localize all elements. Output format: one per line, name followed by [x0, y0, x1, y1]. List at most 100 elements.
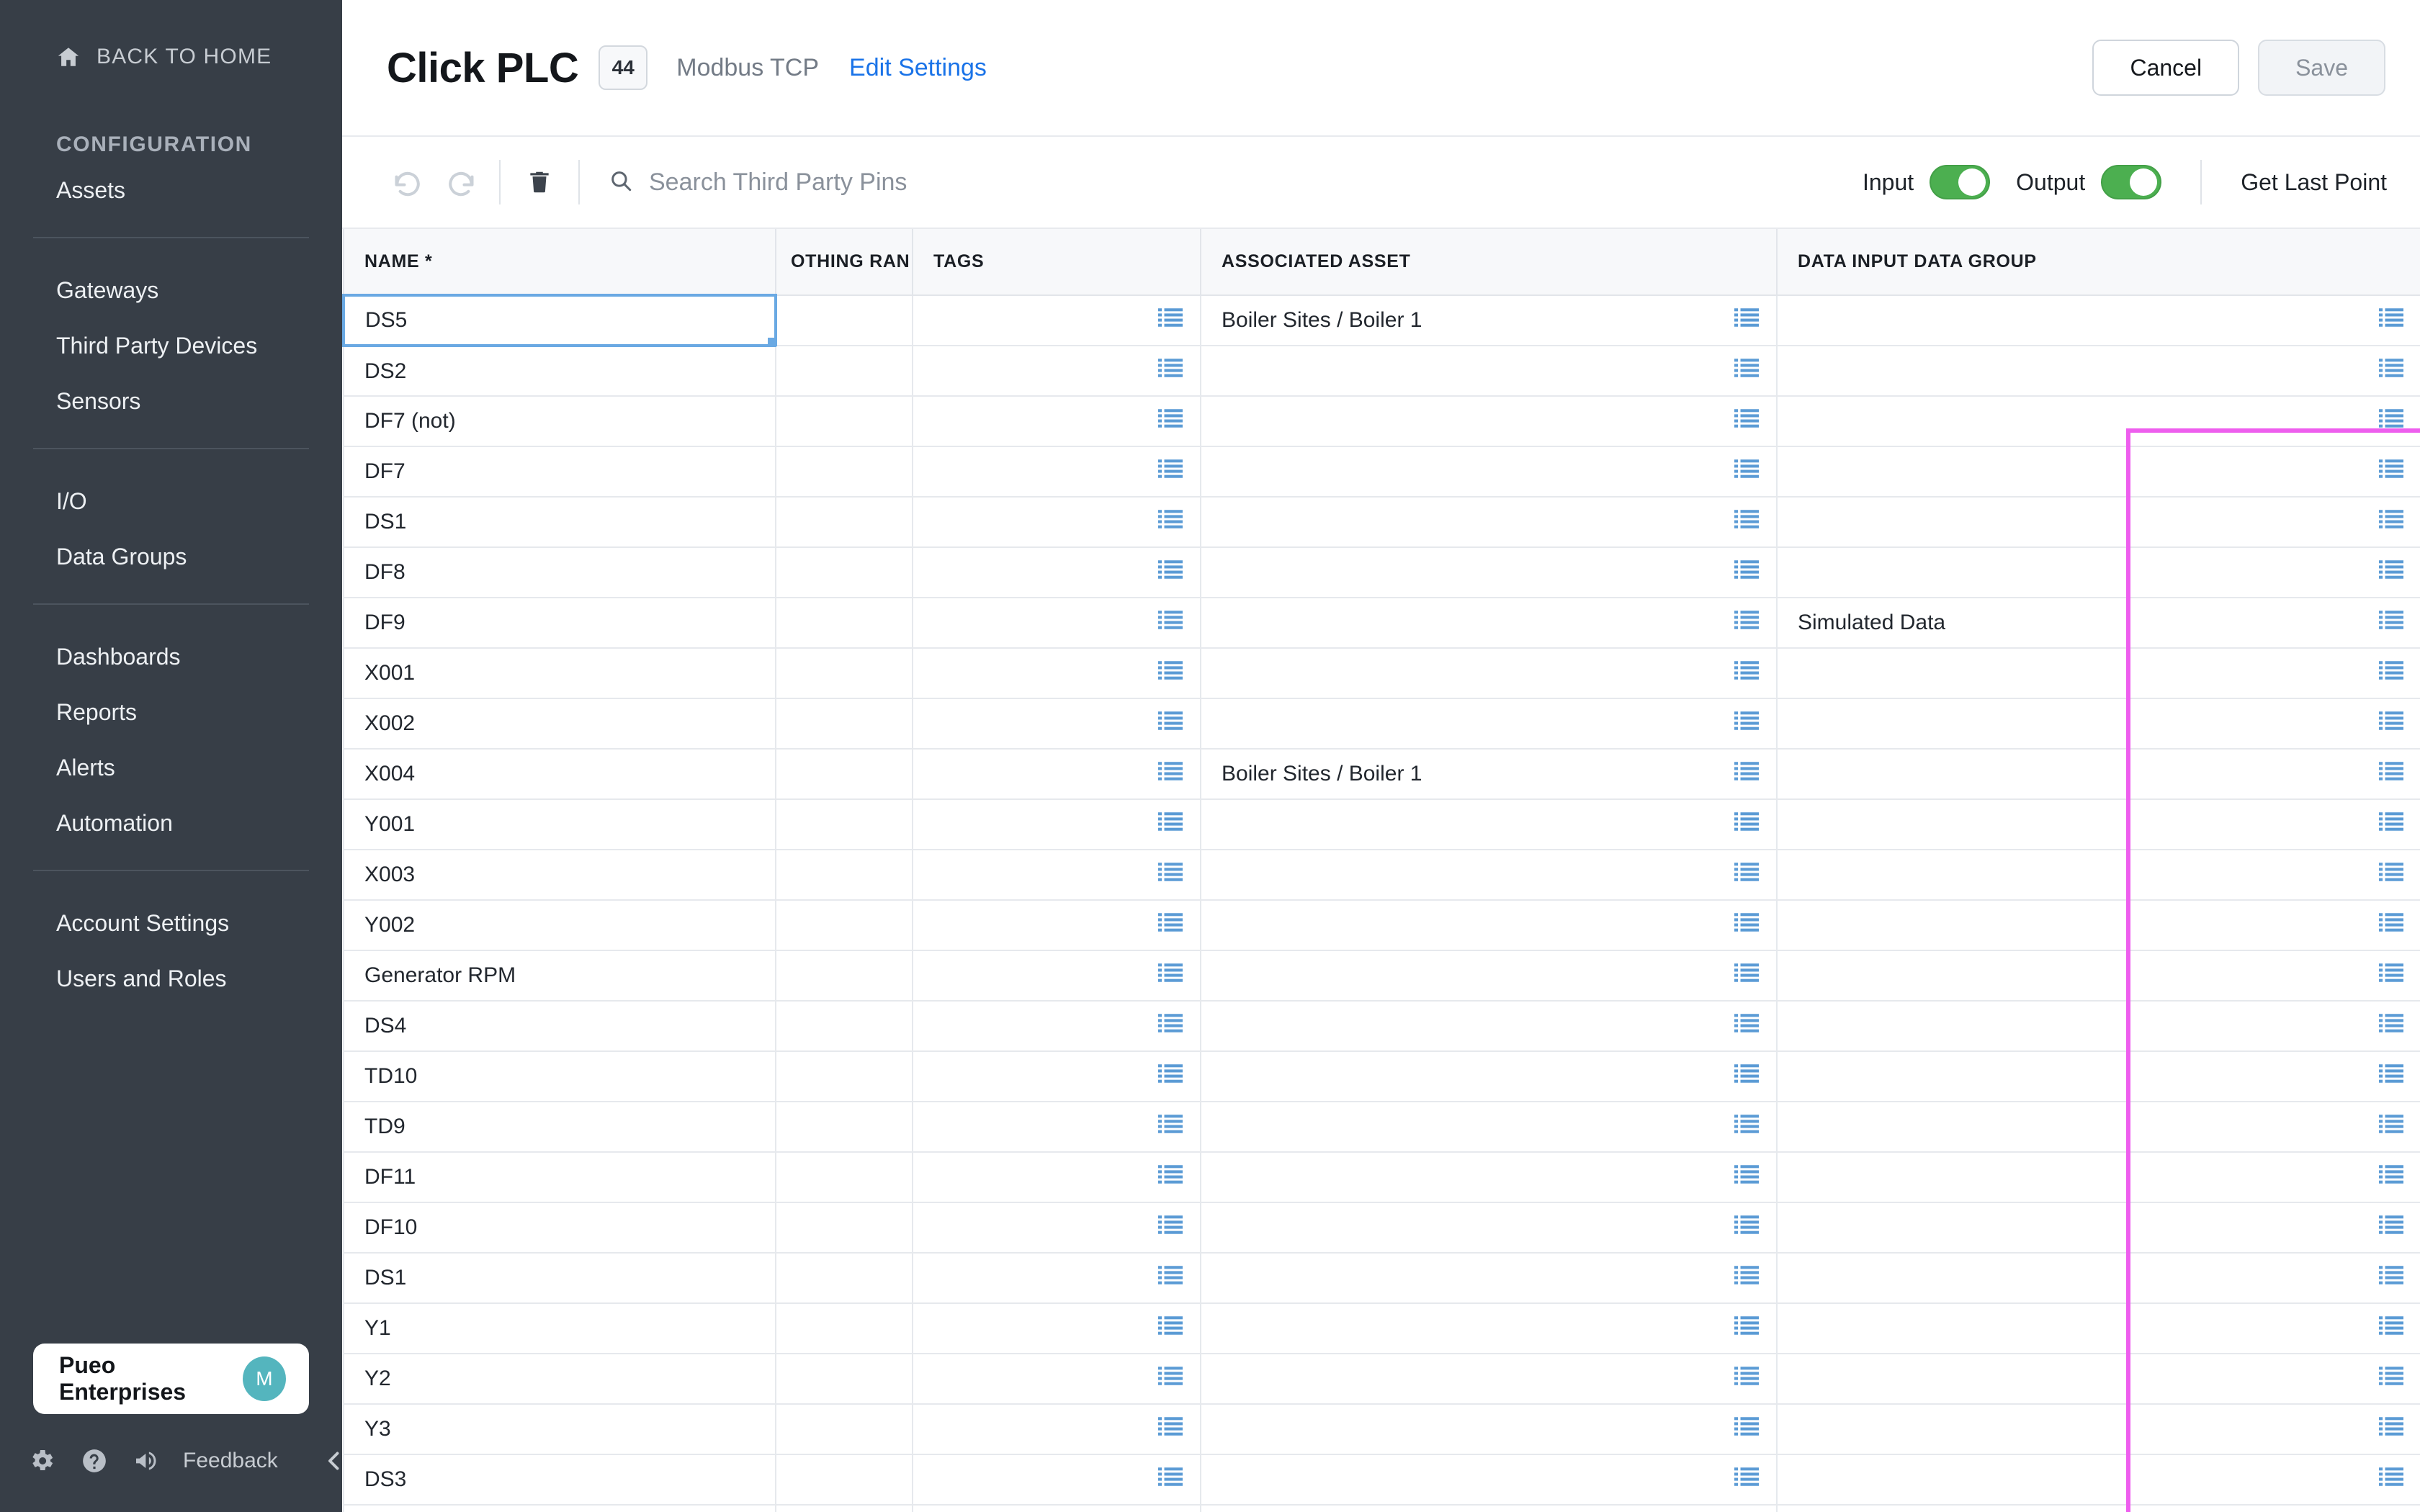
cell-data-input-data-group[interactable] [1776, 1252, 2420, 1304]
list-icon[interactable] [1734, 1315, 1759, 1341]
cell-smoothing-range[interactable] [775, 798, 913, 850]
cell-associated-asset[interactable]: Boiler Sites / Boiler 1 [1200, 748, 1778, 800]
list-icon[interactable] [1734, 963, 1759, 989]
cell-associated-asset[interactable] [1200, 1101, 1778, 1153]
cancel-button[interactable]: Cancel [2092, 40, 2240, 96]
list-icon[interactable] [1158, 811, 1183, 837]
list-icon[interactable] [1734, 761, 1759, 787]
cell-name[interactable]: Y2 [343, 1353, 776, 1405]
account-card[interactable]: Pueo Enterprises M [33, 1344, 309, 1414]
list-icon[interactable] [2379, 1467, 2403, 1493]
list-icon[interactable] [1734, 1416, 1759, 1442]
get-last-point-button[interactable]: Get Last Point [2241, 169, 2387, 196]
list-icon[interactable] [1734, 559, 1759, 585]
list-icon[interactable] [1734, 1366, 1759, 1392]
cell-smoothing-range[interactable] [775, 1252, 913, 1304]
table-row[interactable]: Y001 [343, 798, 2420, 850]
cell-tags[interactable] [912, 597, 1201, 649]
cell-associated-asset[interactable] [1200, 798, 1778, 850]
list-icon[interactable] [1734, 660, 1759, 686]
edit-settings-link[interactable]: Edit Settings [849, 54, 987, 82]
cell-name[interactable]: DF11 [343, 1151, 776, 1203]
megaphone-icon[interactable] [133, 1446, 161, 1476]
trash-icon[interactable] [514, 156, 565, 208]
cell-name[interactable]: TD10 [343, 1050, 776, 1102]
cell-data-input-data-group[interactable] [1776, 395, 2420, 447]
list-icon[interactable] [1734, 1215, 1759, 1241]
list-icon[interactable] [2379, 912, 2403, 938]
cell-data-input-data-group[interactable] [1776, 1000, 2420, 1052]
cell-tags[interactable] [912, 1504, 1201, 1512]
cell-smoothing-range[interactable] [775, 1000, 913, 1052]
list-icon[interactable] [1158, 1013, 1183, 1039]
table-row[interactable]: DF7 (not) [343, 395, 2420, 447]
cell-tags[interactable] [912, 849, 1201, 901]
list-icon[interactable] [1158, 1063, 1183, 1089]
list-icon[interactable] [1158, 459, 1183, 485]
list-icon[interactable] [1158, 358, 1183, 384]
cell-tags[interactable] [912, 1101, 1201, 1153]
gear-icon[interactable] [27, 1446, 56, 1476]
list-icon[interactable] [1734, 912, 1759, 938]
list-icon[interactable] [2379, 1063, 2403, 1089]
cell-associated-asset[interactable] [1200, 395, 1778, 447]
list-icon[interactable] [2379, 1265, 2403, 1291]
output-toggle[interactable] [2101, 165, 2162, 199]
table-row[interactable]: DS2 [343, 345, 2420, 397]
cell-name[interactable]: DF7 [343, 446, 776, 498]
table-row[interactable]: X001 [343, 647, 2420, 699]
cell-data-input-data-group[interactable] [1776, 950, 2420, 1002]
cell-data-input-data-group[interactable] [1776, 698, 2420, 750]
cell-name[interactable]: DS1 [343, 1252, 776, 1304]
table-row[interactable]: DF7 [343, 446, 2420, 498]
input-toggle[interactable] [1930, 165, 1991, 199]
list-icon[interactable] [1734, 358, 1759, 384]
cell-associated-asset[interactable] [1200, 1202, 1778, 1254]
cell-name[interactable]: Generator RPM [343, 950, 776, 1002]
table-row[interactable]: DF9 Simulated Data [343, 597, 2420, 649]
cell-name[interactable]: DS5 [342, 294, 777, 347]
cell-smoothing-range[interactable] [775, 1504, 913, 1512]
table-row[interactable]: Generator RPM [343, 950, 2420, 1002]
cell-data-input-data-group[interactable] [1776, 446, 2420, 498]
cell-tags[interactable] [912, 1353, 1201, 1405]
cell-name[interactable]: X001 [343, 647, 776, 699]
table-row[interactable]: X003 [343, 849, 2420, 901]
list-icon[interactable] [1158, 1215, 1183, 1241]
table-row[interactable]: DS4 [343, 1504, 2420, 1512]
cell-associated-asset[interactable] [1200, 496, 1778, 548]
cell-associated-asset[interactable] [1200, 647, 1778, 699]
list-icon[interactable] [1734, 459, 1759, 485]
cell-smoothing-range[interactable] [775, 748, 913, 800]
cell-data-input-data-group[interactable] [1776, 546, 2420, 598]
sidebar-item-io[interactable]: I/O [32, 474, 310, 529]
cell-data-input-data-group[interactable] [1776, 849, 2420, 901]
cell-associated-asset[interactable] [1200, 1504, 1778, 1512]
list-icon[interactable] [2379, 660, 2403, 686]
list-icon[interactable] [2379, 307, 2403, 333]
list-icon[interactable] [1158, 862, 1183, 888]
list-icon[interactable] [1158, 1416, 1183, 1442]
cell-tags[interactable] [912, 1202, 1201, 1254]
cell-tags[interactable] [912, 1302, 1201, 1354]
cell-smoothing-range[interactable] [775, 1101, 913, 1153]
list-icon[interactable] [2379, 610, 2403, 636]
table-row[interactable]: DS3 [343, 1454, 2420, 1506]
list-icon[interactable] [1158, 963, 1183, 989]
sidebar-item-users-and-roles[interactable]: Users and Roles [32, 951, 310, 1007]
list-icon[interactable] [2379, 408, 2403, 434]
cell-associated-asset[interactable] [1200, 345, 1778, 397]
cell-associated-asset[interactable] [1200, 1050, 1778, 1102]
cell-data-input-data-group[interactable] [1776, 1302, 2420, 1354]
cell-tags[interactable] [912, 1252, 1201, 1304]
cell-smoothing-range[interactable] [775, 496, 913, 548]
list-icon[interactable] [1158, 761, 1183, 787]
column-header-tags[interactable]: TAGS [912, 229, 1201, 296]
list-icon[interactable] [1158, 307, 1183, 333]
cell-smoothing-range[interactable] [775, 1353, 913, 1405]
cell-name[interactable]: DS1 [343, 496, 776, 548]
cell-data-input-data-group[interactable] [1776, 798, 2420, 850]
list-icon[interactable] [1734, 711, 1759, 737]
cell-smoothing-range[interactable] [775, 849, 913, 901]
cell-name[interactable]: DF9 [343, 597, 776, 649]
